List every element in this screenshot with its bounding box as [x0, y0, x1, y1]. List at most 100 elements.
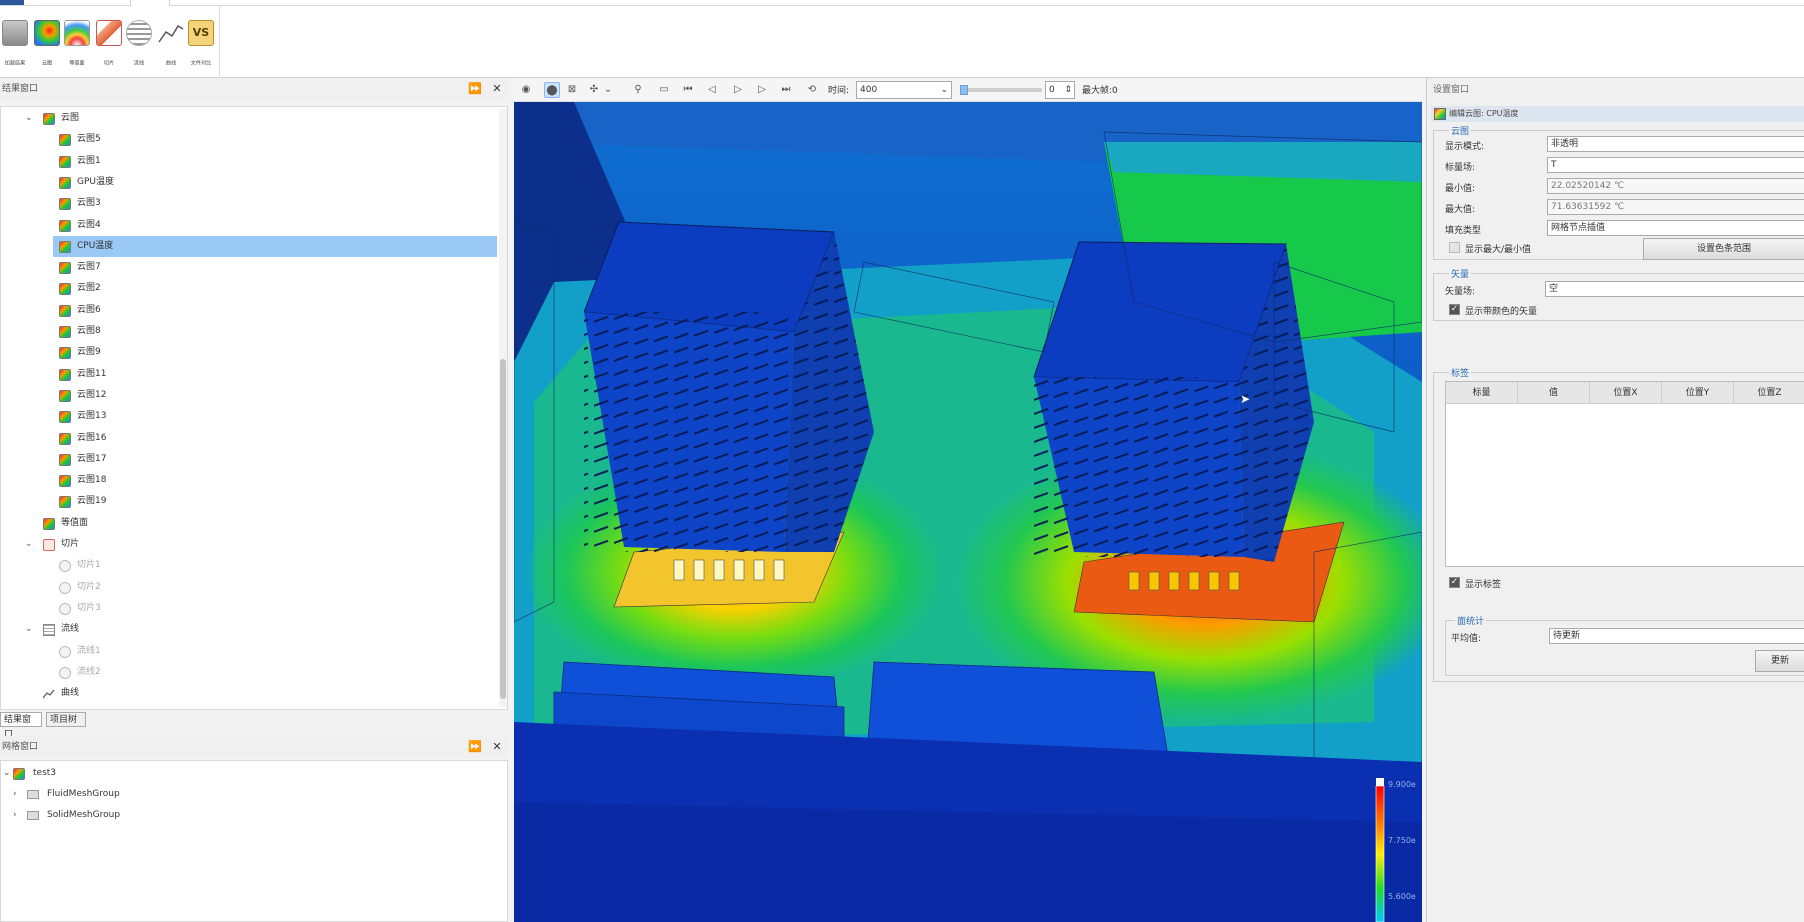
chevron-down-icon[interactable]: ⌄	[25, 534, 35, 555]
frame-spinbox[interactable]: 0 ⇕	[1045, 81, 1075, 99]
frame-slider[interactable]	[960, 85, 1042, 95]
column-pos-x[interactable]: 位置X	[1590, 382, 1662, 404]
tree-scrollbar[interactable]	[499, 109, 507, 707]
tree-item[interactable]: 曲线	[1, 683, 497, 704]
vector-select[interactable]: 空	[1545, 281, 1804, 297]
chevron-down-icon[interactable]: ⌄	[600, 82, 616, 98]
min-value-field: 22.02520142 ℃	[1547, 178, 1804, 194]
tree-item[interactable]: 云图17	[1, 449, 497, 470]
tree-item[interactable]: ⌄ 切片	[1, 534, 497, 555]
tree-item[interactable]: 云图12	[1, 385, 497, 406]
fill-type-select[interactable]: 网格节点插值	[1547, 220, 1804, 236]
file-compare-button[interactable]: VS 文件对比	[186, 18, 216, 72]
first-frame-icon[interactable]: ⏮	[680, 82, 696, 98]
tree-item[interactable]: 云图13	[1, 406, 497, 427]
display-mode-label: 显示模式:	[1445, 142, 1485, 152]
isosurface-button[interactable]: 等值面	[62, 18, 92, 72]
mesh-item-fluid[interactable]: › FluidMeshGroup	[1, 784, 507, 805]
chevron-down-icon[interactable]: ⌄	[25, 619, 35, 640]
tree-item-label: 云图4	[77, 219, 101, 230]
mesh-item-solid[interactable]: › SolidMeshGroup	[1, 805, 507, 826]
load-results-icon	[2, 20, 28, 46]
update-button[interactable]: 更新	[1755, 650, 1804, 672]
tree-item[interactable]: 云图5	[1, 129, 497, 150]
last-frame-icon[interactable]: ⏭	[778, 82, 794, 98]
3d-viewport[interactable]: 9.900e 7.750e 5.600e ➤	[514, 102, 1422, 922]
slice-button[interactable]: 切片	[94, 18, 124, 72]
column-scalar[interactable]: 标量	[1446, 382, 1518, 404]
chevron-down-icon[interactable]: ⌄	[25, 108, 35, 129]
show-colored-vector-checkbox[interactable]: ✓	[1449, 304, 1460, 315]
spin-arrows-icon[interactable]: ⇕	[1064, 82, 1072, 98]
label-table[interactable]: 标量 值 位置X 位置Y 位置Z	[1445, 381, 1804, 567]
time-select[interactable]: 400 ⌄	[856, 81, 952, 99]
column-pos-z[interactable]: 位置Z	[1734, 382, 1804, 404]
column-pos-y[interactable]: 位置Y	[1662, 382, 1734, 404]
mesh-group-icon	[27, 790, 39, 799]
prev-frame-icon[interactable]: ◁	[704, 82, 720, 98]
tree-item[interactable]: GPU温度	[1, 172, 497, 193]
tree-item[interactable]: 云图4	[1, 215, 497, 236]
label-group-title: 标签	[1449, 366, 1472, 379]
scrollbar-thumb[interactable]	[500, 359, 506, 699]
tree-item[interactable]: 云图2	[1, 278, 497, 299]
pin-icon[interactable]: ⏩	[468, 740, 482, 754]
tree-item[interactable]: 切片2	[1, 577, 497, 598]
select-icon[interactable]: ◉	[518, 82, 534, 98]
tab-project-tree[interactable]: 项目树	[46, 712, 86, 727]
tree-item[interactable]: 云图3	[1, 193, 497, 214]
load-results-button[interactable]: 加载结果	[0, 18, 30, 72]
tree-item[interactable]: 切片1	[1, 555, 497, 576]
export-icon[interactable]: ▭	[656, 82, 672, 98]
tree-item-label: 切片3	[77, 602, 101, 613]
tree-item[interactable]: 云图8	[1, 321, 497, 342]
mesh-item-test3[interactable]: ⌄ test3	[1, 763, 507, 784]
pin-icon[interactable]: ⏩	[468, 82, 482, 96]
show-labels-checkbox[interactable]: ✓	[1449, 577, 1460, 588]
tree-item[interactable]: 云图16	[1, 428, 497, 449]
tree-item-label: 云图6	[77, 304, 101, 315]
tree-item[interactable]: 云图11	[1, 364, 497, 385]
tree-item[interactable]: 云图6	[1, 300, 497, 321]
chevron-down-icon[interactable]: ⌄	[3, 763, 13, 784]
tree-item[interactable]: ⌄ 流线	[1, 619, 497, 640]
tree-item[interactable]: CPU温度	[53, 235, 497, 257]
contour-button[interactable]: 云图	[32, 18, 62, 72]
play-icon[interactable]: ▷	[730, 82, 746, 98]
tree-item[interactable]: 切片3	[1, 598, 497, 619]
max-label: 最大值:	[1445, 205, 1476, 215]
surface-stats-title: 面统计	[1455, 614, 1487, 627]
scalar-select[interactable]: T	[1547, 157, 1804, 173]
loop-icon[interactable]: ⟲	[804, 82, 820, 98]
tree-item[interactable]: 流线2	[1, 662, 497, 683]
set-color-range-button[interactable]: 设置色条范围	[1643, 238, 1804, 260]
streamline-button[interactable]: 流线	[124, 18, 154, 72]
tree-item[interactable]: 云图7	[1, 257, 497, 278]
column-value[interactable]: 值	[1518, 382, 1590, 404]
tab-result-window[interactable]: 结果窗口	[0, 712, 42, 740]
display-mode-select[interactable]: 非透明	[1547, 136, 1804, 152]
tree-item-label: 云图19	[77, 496, 107, 507]
box-select-icon[interactable]: ⊠	[564, 82, 580, 98]
show-colored-vector-label: 显示带颜色的矢量	[1465, 307, 1538, 317]
contour-icon	[59, 240, 71, 253]
curve-button[interactable]: 曲线	[156, 18, 186, 72]
tree-item[interactable]: 云图18	[1, 470, 497, 491]
pick-point-icon[interactable]: ⬤	[544, 82, 560, 98]
probe-icon[interactable]: ⚲	[630, 82, 646, 98]
chevron-right-icon[interactable]: ›	[13, 784, 23, 805]
file-tab[interactable]	[0, 0, 24, 5]
tree-item[interactable]: 云图1	[1, 151, 497, 172]
chevron-right-icon[interactable]: ›	[13, 805, 23, 826]
curve-icon	[42, 688, 55, 700]
tree-item[interactable]: ⌄ 云图	[1, 108, 497, 129]
tree-item[interactable]: 云图19	[1, 491, 497, 512]
show-minmax-checkbox[interactable]	[1449, 242, 1460, 253]
slider-knob[interactable]	[960, 85, 968, 95]
close-icon[interactable]: ✕	[490, 740, 504, 754]
tree-item[interactable]: 等值面	[1, 513, 497, 534]
tree-item[interactable]: 流线1	[1, 641, 497, 662]
next-frame-icon[interactable]: ▷	[754, 82, 770, 98]
tree-item[interactable]: 云图9	[1, 342, 497, 363]
close-icon[interactable]: ✕	[490, 82, 504, 96]
